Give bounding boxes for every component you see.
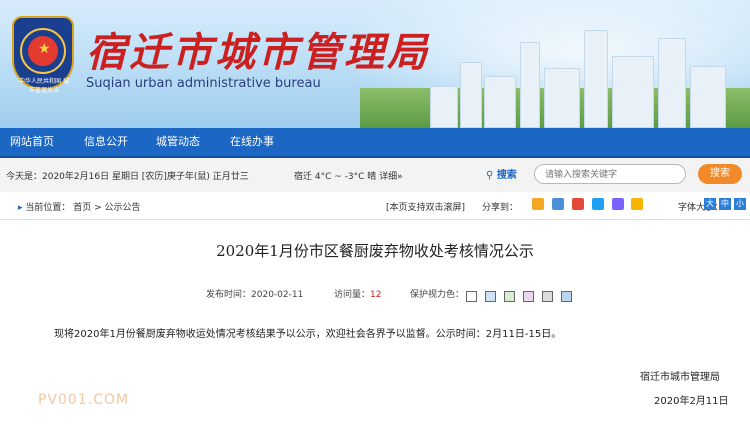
eye-color-lightblue[interactable] [561,291,573,302]
site-title: 宿迁市城市管理局 [86,29,430,76]
eye-color-green[interactable] [504,291,516,302]
eye-color-blue[interactable] [485,291,497,302]
nav-item-services[interactable]: 在线办事 [230,128,274,156]
article-title: 2020年1月份市区餐厨废弃物收处考核情况公示 [216,242,534,260]
date-text: 今天是：2020年2月16日 星期日 [农历]庚子年(鼠) 正月廿三 [6,172,249,182]
font-size-label: 字体大小： [678,203,724,213]
nav-item-home[interactable]: 网站首页 [10,128,54,156]
eye-color-gray[interactable] [542,291,554,302]
signature-date: 2020年2月11日 [654,396,729,407]
article-body: 现将2020年1月份餐厨废弃物收运处情况考核结果予以公示，欢迎社会各界予以监督。… [54,329,562,340]
share-more-icon[interactable] [631,198,644,210]
bureau-emblem: ★ 中华人民共和国 城市管理执法 [12,16,74,94]
font-size-medium-button[interactable]: 中 [719,198,731,210]
nav-item-info[interactable]: 信息公开 [84,128,128,156]
watermark: PV001.COM [38,392,130,408]
search-button[interactable]: 搜索 [698,164,742,184]
breadcrumb: ▸ 当前位置： 首页 > 公示公告 [18,203,141,213]
share-tencent-icon[interactable] [591,198,604,210]
star-icon: ★ [38,41,51,57]
share-qzone-icon[interactable] [532,198,544,210]
emblem-text: 中华人民共和国 城市管理执法 [19,78,69,94]
main-nav: 网站首页 信息公开 城管动态 在线办事 [0,128,750,158]
share-label: 分享到： [482,203,519,213]
breadcrumb-bar: ▸ 当前位置： 首页 > 公示公告 [本页支持双击滚屏] 分享到： 字体大小： … [0,193,750,220]
search-icon: ⚲ [486,170,494,181]
eye-protect-label: 保护视力色： [410,290,465,300]
eye-color-white[interactable] [466,291,477,302]
weather-text[interactable]: 宿迁 4°C ~ -3°C 晴 详细» [294,169,403,182]
share-icons [532,198,648,210]
search-label: ⚲ 搜索 [486,170,517,181]
share-renren-icon[interactable] [611,198,624,210]
publish-time: 发布时间：2020-02-11 [206,290,304,300]
view-count: 访问量：12 [334,290,382,300]
site-subtitle: Suqian urban administrative bureau [86,76,321,91]
font-size-large-button[interactable]: 大 [704,198,716,210]
header-banner: ★ 中华人民共和国 城市管理执法 宿迁市城市管理局 Suqian urban a… [0,0,750,128]
info-bar: 今天是：2020年2月16日 星期日 [农历]庚子年(鼠) 正月廿三 宿迁 4°… [0,158,750,192]
eye-color-swatches [466,287,575,306]
share-sina-icon[interactable] [551,198,564,210]
signature-org: 宿迁市城市管理局 [640,372,720,383]
share-weibo-icon[interactable] [571,198,584,210]
location-icon: ▸ [18,203,23,213]
eye-color-purple[interactable] [523,291,535,302]
font-size-small-button[interactable]: 小 [734,198,746,210]
scroll-tip: [本页支持双击滚屏] [386,203,466,213]
city-skyline [420,18,730,128]
search-input[interactable] [534,164,686,184]
nav-item-news[interactable]: 城管动态 [156,128,200,156]
